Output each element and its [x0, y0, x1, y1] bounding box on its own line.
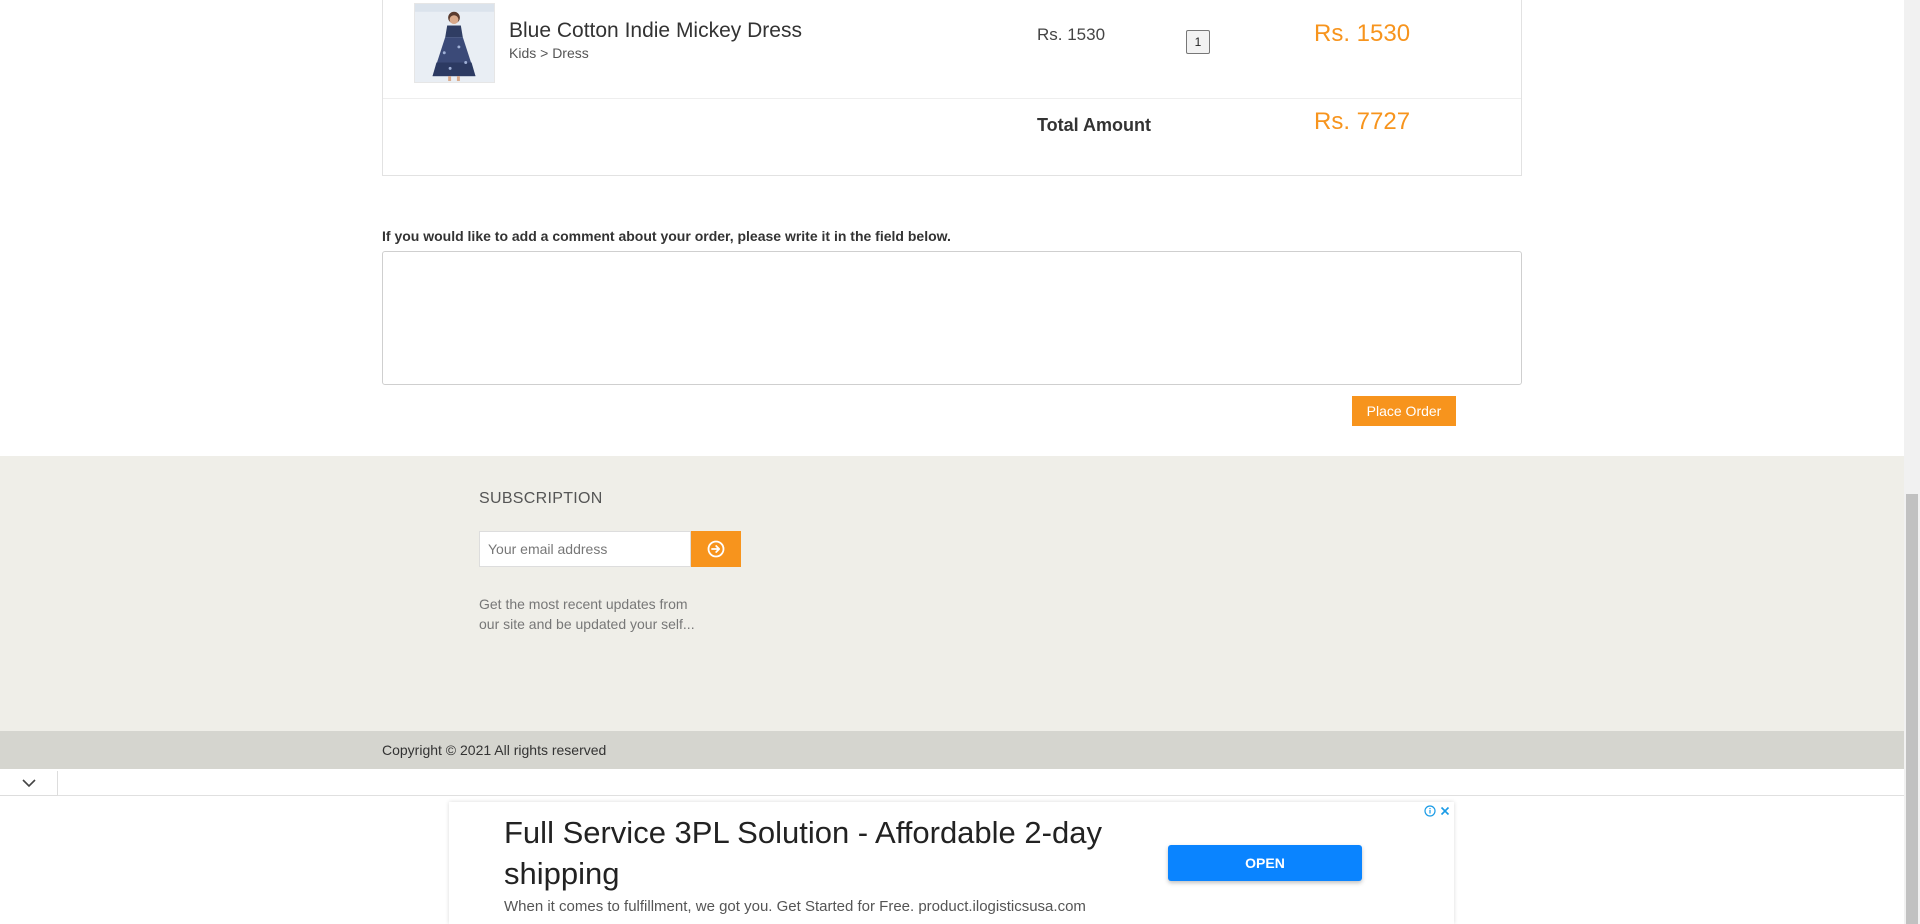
product-thumbnail[interactable]	[414, 3, 495, 83]
copyright-bar: Copyright © 2021 All rights reserved	[0, 731, 1904, 769]
ad-collapse-tab[interactable]	[0, 771, 58, 796]
order-comment-field[interactable]	[382, 251, 1522, 385]
ad-headline[interactable]: Full Service 3PL Solution - Affordable 2…	[504, 812, 1124, 894]
product-name[interactable]: Blue Cotton Indie Mickey Dress	[509, 19, 802, 43]
cart-table: Blue Cotton Indie Mickey Dress Kids > Dr…	[382, 0, 1522, 176]
ad-description[interactable]: When it comes to fulfillment, we got you…	[504, 898, 1086, 915]
info-icon	[1424, 805, 1436, 817]
arrow-circle-right-icon	[707, 540, 725, 558]
copyright-text: Copyright © 2021 All rights reserved	[382, 742, 607, 758]
product-category: Kids > Dress	[509, 45, 589, 61]
place-order-button[interactable]: Place Order	[1352, 396, 1456, 426]
row-divider	[383, 98, 1521, 99]
subscription-description: Get the most recent updates from our sit…	[479, 596, 695, 632]
total-amount-value: Rs. 7727	[1314, 108, 1411, 135]
total-amount-label: Total Amount	[1037, 115, 1151, 135]
footer: SUBSCRIPTION Get the most recent updates…	[0, 456, 1904, 731]
ad-strip-divider	[58, 795, 1904, 796]
ad-banner[interactable]: Full Service 3PL Solution - Affordable 2…	[449, 802, 1454, 924]
scrollbar-thumb[interactable]	[1906, 494, 1918, 924]
unit-price: Rs. 1530	[1037, 25, 1106, 44]
subscribe-button[interactable]	[691, 531, 741, 567]
subscription-email-input[interactable]	[479, 531, 691, 567]
dress-image-icon	[415, 4, 494, 82]
quantity-value: 1	[1186, 30, 1210, 54]
ad-info-button[interactable]	[1423, 804, 1437, 818]
comment-label: If you would like to add a comment about…	[382, 228, 951, 244]
close-icon	[1440, 806, 1450, 816]
subscription-title: SUBSCRIPTION	[479, 490, 603, 507]
ad-open-button[interactable]: OPEN	[1168, 845, 1362, 881]
line-total: Rs. 1530	[1314, 20, 1411, 47]
ad-close-button[interactable]	[1438, 804, 1452, 818]
chevron-down-icon	[21, 779, 36, 788]
